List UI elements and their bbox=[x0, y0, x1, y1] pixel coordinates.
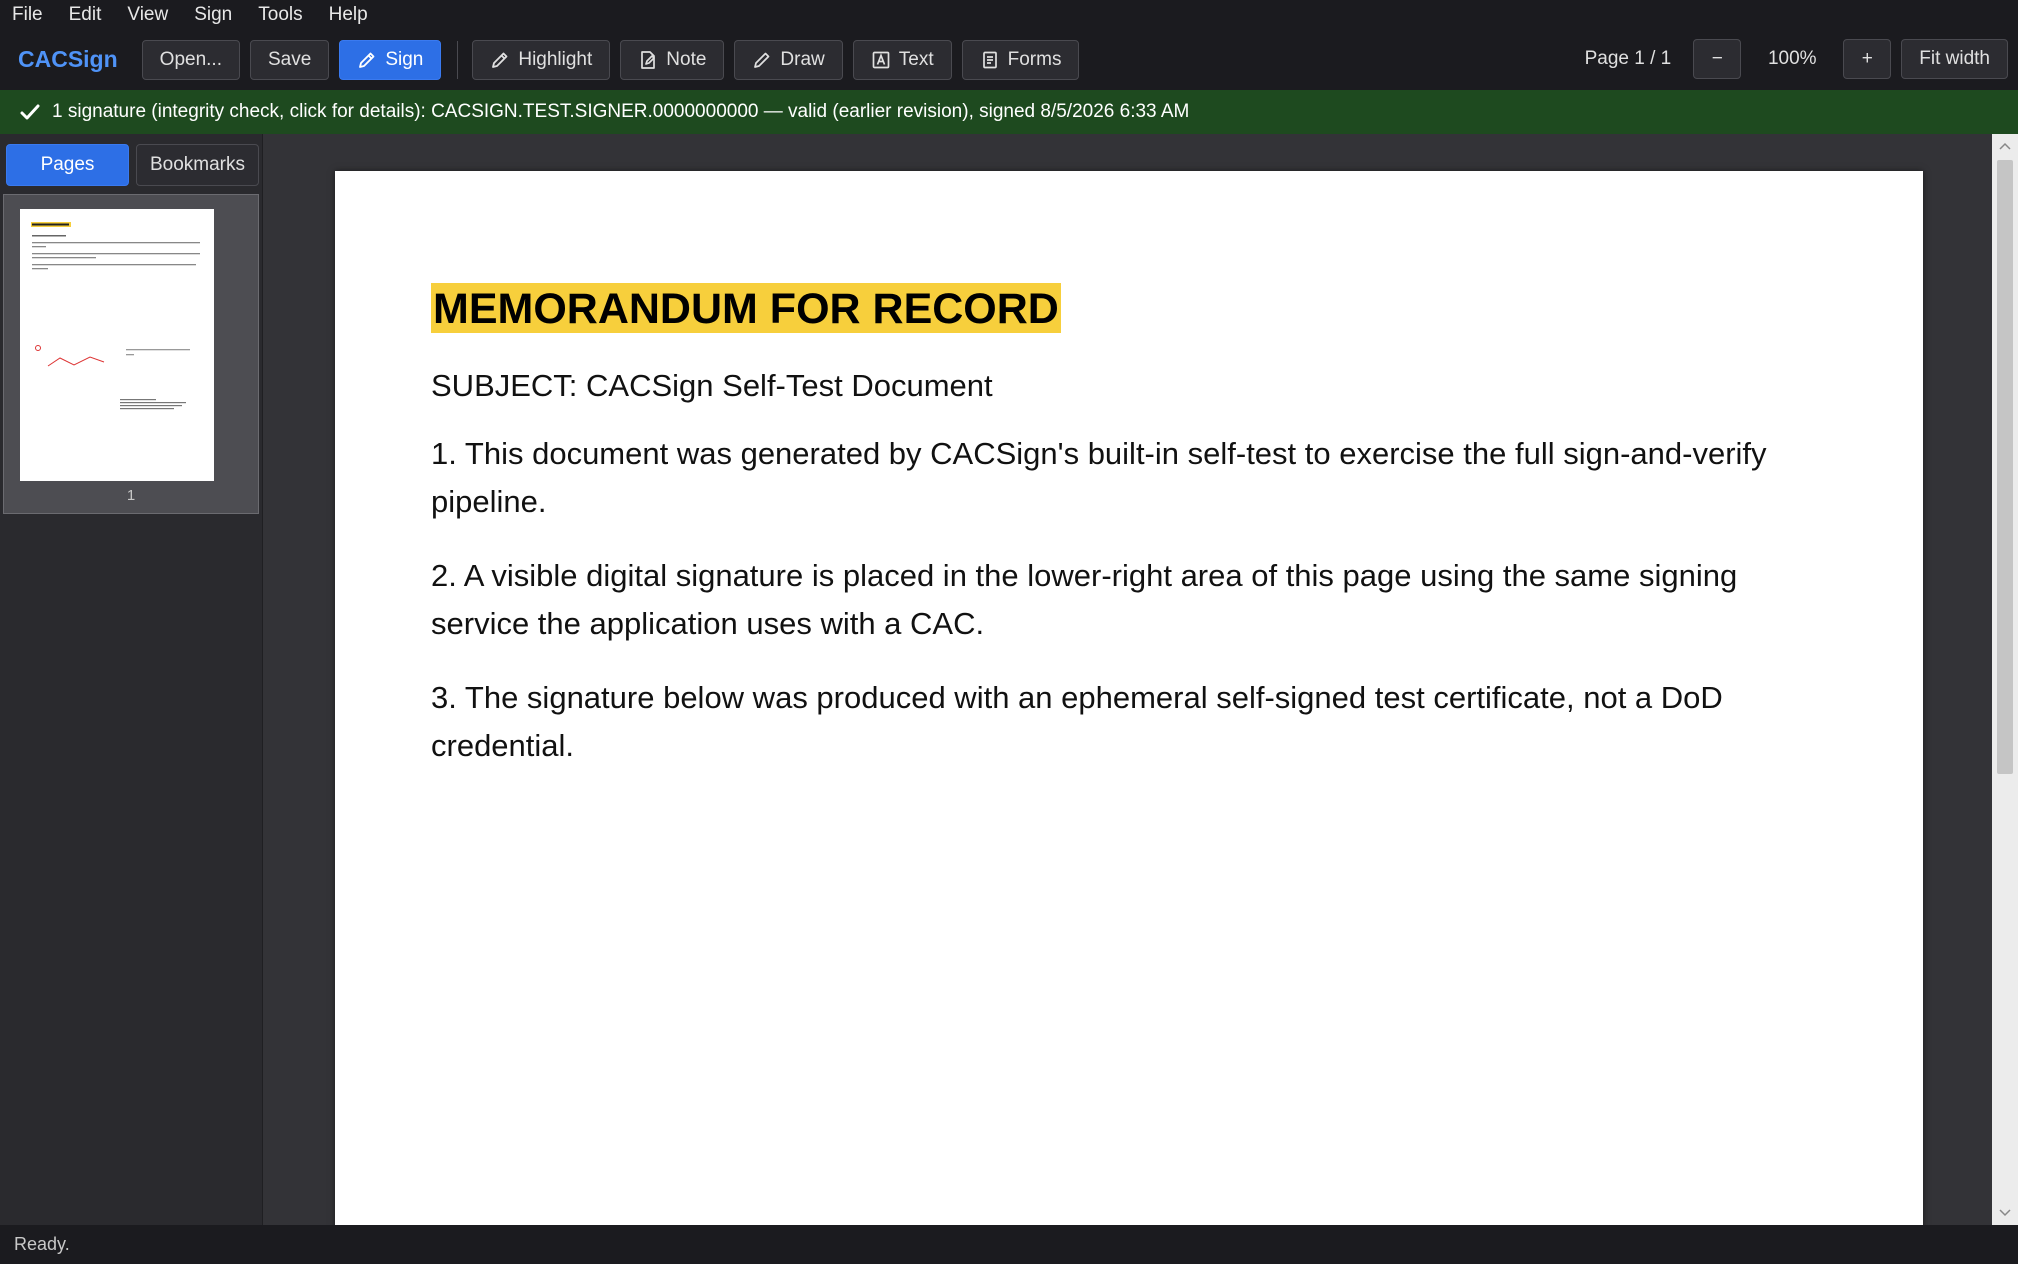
chevron-up-icon bbox=[1999, 142, 2011, 150]
page-thumbnail-number: 1 bbox=[126, 487, 136, 504]
chevron-down-icon bbox=[1999, 1209, 2011, 1217]
draw-button[interactable]: Draw bbox=[734, 39, 843, 80]
menu-edit[interactable]: Edit bbox=[67, 4, 104, 26]
save-button[interactable]: Save bbox=[250, 39, 330, 80]
sidebar-tabs: Pages Bookmarks bbox=[0, 134, 262, 186]
page-thumbnail[interactable]: 1 bbox=[3, 194, 259, 514]
save-button-label: Save bbox=[268, 48, 312, 70]
vertical-scrollbar[interactable] bbox=[1992, 134, 2018, 1225]
toolbar: CACSign Open... Save Sign Highlight Note… bbox=[0, 29, 2018, 90]
document-viewer[interactable]: MEMORANDUM FOR RECORD SUBJECT: CACSign S… bbox=[263, 134, 1992, 1225]
pencil-icon bbox=[754, 52, 770, 68]
page-thumbnail-preview bbox=[31, 222, 200, 410]
page-thumbnail-image bbox=[20, 209, 214, 481]
fit-width-label: Fit width bbox=[1919, 48, 1990, 69]
document-subject: SUBJECT: CACSign Self-Test Document bbox=[431, 368, 993, 403]
highlighter-icon bbox=[492, 52, 508, 68]
checkmark-icon bbox=[20, 104, 40, 120]
tab-bookmarks-label: Bookmarks bbox=[149, 154, 246, 175]
menu-bar: File Edit View Sign Tools Help bbox=[0, 0, 2018, 29]
highlight-button[interactable]: Highlight bbox=[472, 39, 611, 80]
status-text: Ready. bbox=[14, 1234, 70, 1254]
text-button-label: Text bbox=[898, 48, 934, 70]
menu-tools[interactable]: Tools bbox=[256, 4, 304, 26]
page-indicator: Page 1 / 1 bbox=[1584, 48, 1672, 69]
text-button[interactable]: Text bbox=[852, 39, 952, 80]
menu-sign[interactable]: Sign bbox=[192, 4, 234, 26]
status-bar: Ready. bbox=[0, 1225, 2018, 1264]
menu-view[interactable]: View bbox=[125, 4, 170, 26]
document-page[interactable]: MEMORANDUM FOR RECORD SUBJECT: CACSign S… bbox=[335, 171, 1923, 1225]
tab-pages-label: Pages bbox=[40, 154, 95, 175]
note-button[interactable]: Note bbox=[620, 39, 725, 80]
document-title: MEMORANDUM FOR RECORD bbox=[431, 283, 1061, 333]
signature-status-text: 1 signature (integrity check, click for … bbox=[52, 101, 1190, 122]
forms-button[interactable]: Forms bbox=[961, 39, 1080, 80]
scroll-down-arrow[interactable] bbox=[1992, 1201, 2018, 1225]
document-paragraph: 1. This document was generated by CACSig… bbox=[431, 436, 1767, 519]
text-box-icon bbox=[872, 51, 890, 68]
scroll-up-arrow[interactable] bbox=[1992, 134, 2018, 158]
zoom-out-button[interactable]: − bbox=[1693, 39, 1742, 79]
fit-width-button[interactable]: Fit width bbox=[1901, 39, 2008, 79]
toolbar-divider bbox=[457, 40, 459, 79]
forms-button-label: Forms bbox=[1007, 48, 1062, 70]
zoom-in-label: + bbox=[1861, 48, 1873, 69]
menu-help[interactable]: Help bbox=[327, 4, 370, 26]
note-icon bbox=[641, 50, 656, 69]
app-logo: CACSign bbox=[18, 46, 118, 72]
tab-pages[interactable]: Pages bbox=[6, 144, 129, 186]
zoom-level: 100% bbox=[1767, 48, 1817, 69]
sidebar: Pages Bookmarks 1 bbox=[0, 134, 263, 1225]
form-icon bbox=[982, 51, 997, 68]
document-paragraph: 3. The signature below was produced with… bbox=[431, 680, 1723, 763]
document-content: MEMORANDUM FOR RECORD SUBJECT: CACSign S… bbox=[431, 283, 1831, 770]
highlight-button-label: Highlight bbox=[518, 48, 593, 70]
signature-status-bar[interactable]: 1 signature (integrity check, click for … bbox=[0, 90, 2018, 134]
note-button-label: Note bbox=[666, 48, 707, 70]
tab-bookmarks[interactable]: Bookmarks bbox=[136, 144, 259, 186]
zoom-in-button[interactable]: + bbox=[1843, 39, 1892, 79]
menu-file[interactable]: File bbox=[10, 4, 45, 26]
sign-button-label: Sign bbox=[385, 48, 424, 70]
zoom-out-label: − bbox=[1711, 48, 1723, 69]
sign-button[interactable]: Sign bbox=[339, 39, 442, 80]
open-button[interactable]: Open... bbox=[141, 39, 240, 80]
zoom-controls: Page 1 / 1 − 100% + Fit width bbox=[1585, 39, 2008, 79]
scrollbar-thumb[interactable] bbox=[1997, 160, 2013, 774]
draw-button-label: Draw bbox=[780, 48, 825, 70]
document-paragraph: 2. A visible digital signature is placed… bbox=[431, 558, 1738, 641]
pen-icon bbox=[359, 52, 375, 68]
open-button-label: Open... bbox=[159, 48, 222, 70]
